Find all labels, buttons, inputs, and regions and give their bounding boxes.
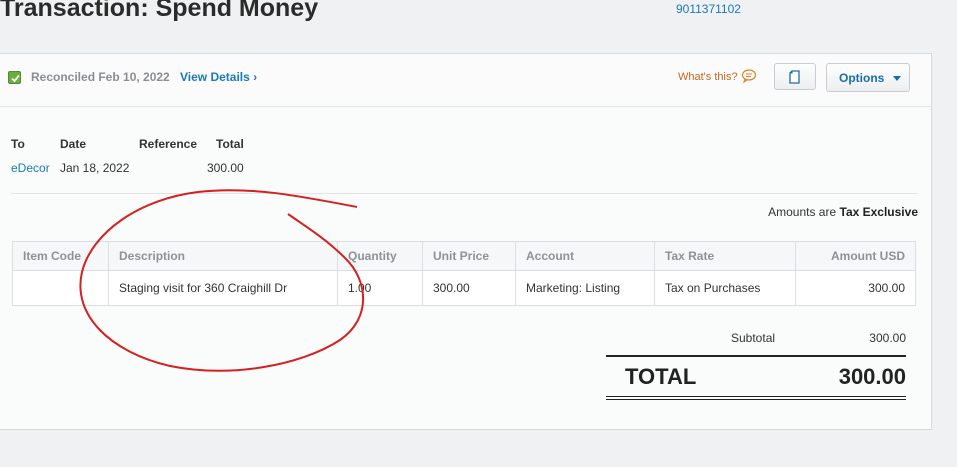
check-icon bbox=[8, 71, 21, 84]
cell-description: Staging visit for 360 Craighill Dr bbox=[108, 270, 338, 306]
cell-item-code bbox=[12, 270, 109, 306]
total-top-rule bbox=[606, 355, 906, 357]
reconciled-status: Reconciled Feb 10, 2022 bbox=[31, 70, 170, 84]
cell-unit-price: 300.00 bbox=[422, 270, 516, 306]
line-items-table: Item Code Description Quantity Unit Pric… bbox=[12, 241, 916, 306]
options-label: Options bbox=[839, 71, 885, 85]
cell-tax-rate: Tax on Purchases bbox=[654, 270, 796, 306]
total-value: 300.00 bbox=[838, 364, 906, 389]
total-label-header: Total bbox=[216, 137, 244, 151]
column-header-tax-rate: Tax Rate bbox=[654, 241, 796, 271]
column-header-account: Account bbox=[515, 241, 655, 271]
tax-mode: Amounts are Tax Exclusive bbox=[768, 205, 918, 219]
document-icon bbox=[789, 70, 800, 84]
column-header-unit-price: Unit Price bbox=[422, 241, 516, 271]
total-bottom-rule bbox=[606, 396, 906, 397]
comment-icon[interactable] bbox=[741, 69, 757, 88]
divider bbox=[11, 193, 918, 194]
table-row: Staging visit for 360 Craighill Dr 1.00 … bbox=[12, 270, 916, 306]
cell-amount: 300.00 bbox=[795, 270, 916, 306]
table-header-row: Item Code Description Quantity Unit Pric… bbox=[12, 241, 916, 271]
view-details-link[interactable]: View Details › bbox=[180, 70, 257, 84]
column-header-quantity: Quantity bbox=[337, 241, 423, 271]
to-label: To bbox=[11, 137, 25, 151]
caret-down-icon bbox=[893, 76, 901, 81]
whats-this-link[interactable]: What's this? bbox=[678, 71, 738, 83]
account-number[interactable]: 9011371102 bbox=[676, 2, 741, 16]
total-value-summary: 300.00 bbox=[207, 161, 244, 175]
column-header-item-code: Item Code bbox=[12, 241, 109, 271]
document-button[interactable] bbox=[774, 63, 816, 90]
date-label: Date bbox=[60, 137, 87, 151]
subtotal-label: Subtotal bbox=[731, 331, 776, 345]
date-value: Jan 18, 2022 bbox=[60, 161, 130, 175]
status-bar: Reconciled Feb 10, 2022 View Details › W… bbox=[0, 54, 931, 107]
page-title: Transaction: Spend Money bbox=[0, 0, 319, 22]
column-header-amount: Amount USD bbox=[795, 241, 916, 271]
tax-mode-value: Tax Exclusive bbox=[839, 205, 919, 219]
subtotal-value: 300.00 bbox=[869, 331, 906, 345]
cell-quantity: 1.00 bbox=[337, 270, 423, 306]
total-bottom-rule-double bbox=[606, 399, 906, 400]
column-header-description: Description bbox=[108, 241, 338, 271]
cell-account: Marketing: Listing bbox=[515, 270, 655, 306]
options-button[interactable]: Options bbox=[826, 63, 910, 92]
total-label: TOTAL bbox=[625, 364, 697, 389]
to-contact-link[interactable]: eDecor bbox=[11, 161, 50, 175]
reference-label: Reference bbox=[139, 137, 198, 151]
transaction-panel: Reconciled Feb 10, 2022 View Details › W… bbox=[0, 53, 932, 430]
tax-mode-prefix: Amounts are bbox=[768, 205, 837, 219]
